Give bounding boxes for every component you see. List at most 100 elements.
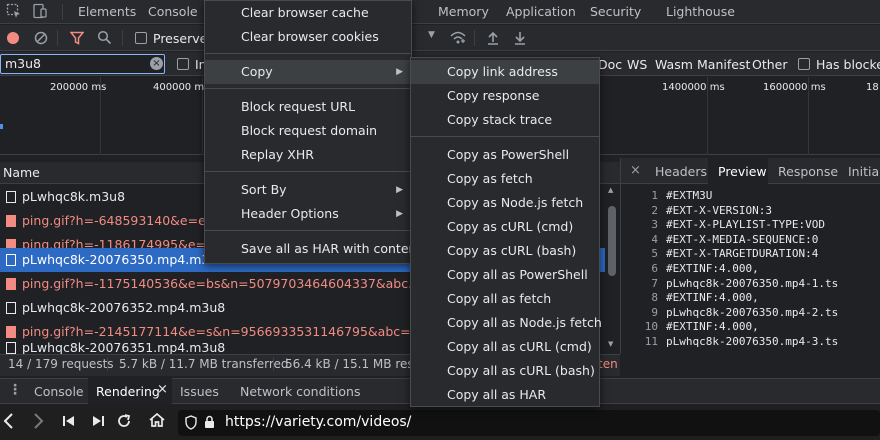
scroll-down-icon[interactable]: ▼ (608, 340, 613, 348)
line-number: 7 (651, 276, 658, 290)
menu-item-copy-as-nodejs-fetch[interactable]: Copy as Node.js fetch (411, 191, 599, 215)
divider (122, 30, 123, 46)
filter-input[interactable]: m3u8 (0, 54, 165, 74)
tab-initiator[interactable]: Initia (848, 164, 879, 179)
menu-item-copy-all-as-curl-cmd[interactable]: Copy all as cURL (cmd) (411, 335, 599, 359)
filter-type-doc[interactable]: Doc (598, 57, 622, 72)
menu-item-copy-all-as-curl-bash[interactable]: Copy all as cURL (bash) (411, 359, 599, 383)
code-line: 3 #EXT-X-PLAYLIST-TYPE:VOD (630, 218, 880, 233)
filter-type-other[interactable]: Other (752, 57, 788, 72)
filter-type-wasm[interactable]: Wasm (655, 57, 693, 72)
line-text: #EXTM3U (666, 189, 713, 202)
tab-memory[interactable]: Memory (438, 4, 489, 19)
menu-item-save-all-as-har[interactable]: Save all as HAR with content (205, 237, 421, 261)
menu-item-copy-all-as-powershell[interactable]: Copy all as PowerShell (411, 263, 599, 287)
throttling-chevron-down-icon[interactable]: ▼ (428, 30, 435, 40)
code-line: 9 pLwhqc8k-20076350.mp4-2.ts (630, 306, 880, 321)
divider (273, 357, 274, 371)
search-icon[interactable] (97, 30, 112, 48)
file-icon (6, 254, 16, 266)
resources-size: 56.4 kB / 15.1 MB resou (285, 357, 429, 371)
import-har-icon[interactable] (486, 30, 500, 48)
menu-item-label: Save all as HAR with content (241, 241, 422, 256)
inspect-element-icon[interactable] (6, 3, 22, 23)
line-number: 4 (651, 232, 658, 246)
forward-icon[interactable] (31, 412, 45, 433)
invert-checkbox[interactable] (177, 58, 189, 70)
clear-filter-icon[interactable]: × (150, 57, 163, 70)
tab-preview[interactable]: Preview (718, 164, 767, 179)
shield-icon[interactable] (185, 415, 197, 433)
menu-item-label: Block request domain (241, 123, 378, 138)
filter-type-ws[interactable]: WS (627, 57, 647, 72)
close-panel-icon[interactable]: × (630, 163, 641, 178)
export-har-icon[interactable] (513, 30, 527, 48)
tab-security[interactable]: Security (590, 4, 641, 19)
drawer-tab-console[interactable]: Console (34, 384, 84, 399)
home-icon[interactable] (148, 412, 166, 431)
divider (62, 4, 63, 20)
filter-type-manifest[interactable]: Manifest (697, 57, 750, 72)
drawer-menu-icon[interactable]: ⋮ (8, 382, 22, 398)
code-line: 2 #EXT-X-VERSION:3 (630, 204, 880, 219)
drawer-tab-network-conditions[interactable]: Network conditions (240, 384, 360, 399)
menu-item-label: Copy as cURL (cmd) (447, 219, 574, 234)
back-icon[interactable] (2, 412, 16, 433)
name-column-header[interactable]: Name (3, 165, 40, 180)
close-tab-icon[interactable]: × (157, 382, 168, 397)
menu-item-sort-by[interactable]: Sort By ▶ (205, 178, 411, 202)
menu-item-block-request-url[interactable]: Block request URL (205, 95, 411, 119)
menu-item-header-options[interactable]: Header Options ▶ (205, 202, 411, 226)
record-icon[interactable] (7, 32, 19, 44)
menu-item-copy-all-as-har[interactable]: Copy all as HAR (411, 383, 599, 407)
tab-application[interactable]: Application (506, 4, 576, 19)
menu-item-copy-stack-trace[interactable]: Copy stack trace (411, 108, 599, 132)
file-icon (6, 342, 16, 354)
menu-item-replay-xhr[interactable]: Replay XHR (205, 143, 411, 167)
drawer-tab-rendering[interactable]: Rendering (96, 384, 160, 399)
menu-item-clear-browser-cache[interactable]: Clear browser cache (205, 1, 411, 25)
reload-icon[interactable] (116, 413, 132, 432)
menu-item-block-request-domain[interactable]: Block request domain (205, 119, 411, 143)
file-icon (6, 191, 16, 203)
menu-separator (205, 53, 411, 54)
skip-back-icon[interactable] (62, 414, 76, 431)
menu-separator (411, 136, 599, 137)
menu-item-copy-as-fetch[interactable]: Copy as fetch (411, 167, 599, 191)
menu-item-copy-response[interactable]: Copy response (411, 84, 599, 108)
device-toolbar-icon[interactable] (32, 3, 48, 23)
network-conditions-icon[interactable] (449, 29, 467, 48)
filter-icon[interactable] (69, 31, 85, 48)
submenu-arrow-icon: ▶ (396, 209, 403, 219)
tab-elements[interactable]: Elements (78, 4, 136, 19)
menu-item-copy-as-powershell[interactable]: Copy as PowerShell (411, 143, 599, 167)
lock-icon[interactable] (204, 415, 215, 432)
line-text: pLwhqc8k-20076350.mp4-3.ts (666, 335, 839, 348)
line-number: 2 (651, 203, 658, 217)
tab-headers[interactable]: Headers (655, 164, 707, 179)
line-text: #EXT-X-TARGETDURATION:4 (666, 247, 819, 261)
tab-response[interactable]: Response (778, 164, 838, 179)
menu-item-copy-link-address[interactable]: Copy link address (411, 60, 599, 84)
request-name: pLwhqc8k.m3u8 (22, 189, 126, 204)
menu-item-copy-all-as-fetch[interactable]: Copy all as fetch (411, 287, 599, 311)
menu-item-copy-all-as-nodejs-fetch[interactable]: Copy all as Node.js fetch (411, 311, 602, 335)
url-text[interactable]: https://variety.com/videos/ (225, 414, 411, 430)
scroll-up-icon[interactable]: ▲ (608, 186, 613, 194)
scrollbar-thumb[interactable] (608, 206, 616, 276)
menu-item-label: Copy as cURL (bash) (447, 243, 577, 258)
menu-item-copy-as-curl-cmd[interactable]: Copy as cURL (cmd) (411, 215, 599, 239)
line-text: #EXTINF:4.000, (666, 291, 759, 305)
tab-lighthouse[interactable]: Lighthouse (666, 4, 735, 19)
tab-console[interactable]: Console (148, 4, 198, 19)
drawer-tab-issues[interactable]: Issues (180, 384, 219, 399)
has-blocked-cookies-checkbox[interactable] (798, 58, 810, 70)
skip-forward-icon[interactable] (91, 414, 105, 431)
menu-item-copy-as-curl-bash[interactable]: Copy as cURL (bash) (411, 239, 599, 263)
clear-icon[interactable] (34, 31, 48, 48)
menu-item-clear-browser-cookies[interactable]: Clear browser cookies (205, 25, 411, 49)
preserve-log-checkbox[interactable] (135, 32, 147, 44)
menu-item-label: Copy as Node.js fetch (447, 195, 584, 210)
menu-item-copy[interactable]: Copy ▶ (205, 60, 411, 84)
line-number: 8 (651, 291, 658, 305)
